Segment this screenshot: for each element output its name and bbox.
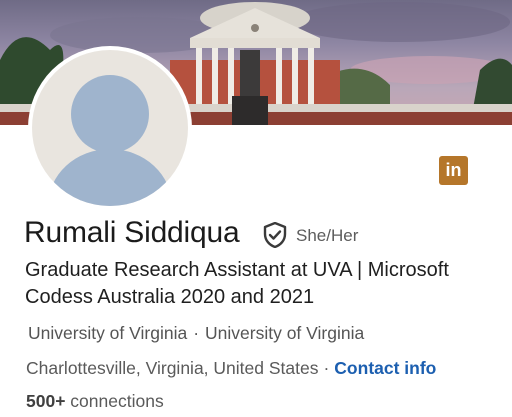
education-school-1[interactable]: University of Virginia [28, 323, 187, 343]
profile-name: Rumali Siddiqua [24, 216, 240, 249]
pronouns: She/Her [296, 226, 359, 245]
location-line: Charlottesville, Virginia, United States… [26, 358, 436, 379]
avatar-placeholder [32, 50, 188, 206]
contact-info-link[interactable]: Contact info [334, 358, 436, 378]
location-text: Charlottesville, Virginia, United States [26, 358, 319, 378]
connections-line[interactable]: 500+ connections [26, 391, 164, 412]
verified-shield-icon[interactable] [263, 222, 287, 248]
default-avatar-icon [48, 75, 172, 206]
education-line: University of Virginia · University of Vir… [28, 323, 364, 344]
connections-label: connections [70, 391, 164, 411]
connections-count: 500+ [26, 391, 66, 411]
profile-headline: Graduate Research Assistant at UVA | Mic… [25, 259, 449, 308]
separator-dot: · [323, 358, 330, 378]
profile-card: in Rumali Siddiqua She/Her Graduate Rese… [0, 0, 512, 417]
profile-photo[interactable] [28, 46, 192, 210]
separator-dot: · [193, 323, 200, 343]
linkedin-logo-icon: in [439, 156, 468, 185]
education-school-2[interactable]: University of Virginia [205, 323, 364, 343]
